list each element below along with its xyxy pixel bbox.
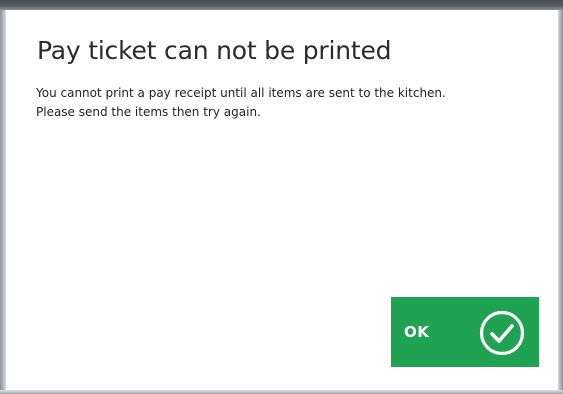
window-frame: Pay ticket can not be printed You cannot… xyxy=(0,0,563,394)
window-bottom-border xyxy=(0,390,563,394)
dialog-message: You cannot print a pay receipt until all… xyxy=(36,84,546,122)
ok-button[interactable]: OK xyxy=(391,297,539,367)
dialog-message-line: Please send the items then try again. xyxy=(36,105,261,119)
ok-button-label: OK xyxy=(404,323,430,341)
checkmark-circle-icon xyxy=(479,310,525,356)
error-dialog: Pay ticket can not be printed You cannot… xyxy=(6,10,558,390)
dialog-title: Pay ticket can not be printed xyxy=(37,36,392,65)
window-top-bar xyxy=(0,0,563,10)
window-right-border xyxy=(558,10,563,394)
dialog-message-line: You cannot print a pay receipt until all… xyxy=(36,86,446,100)
